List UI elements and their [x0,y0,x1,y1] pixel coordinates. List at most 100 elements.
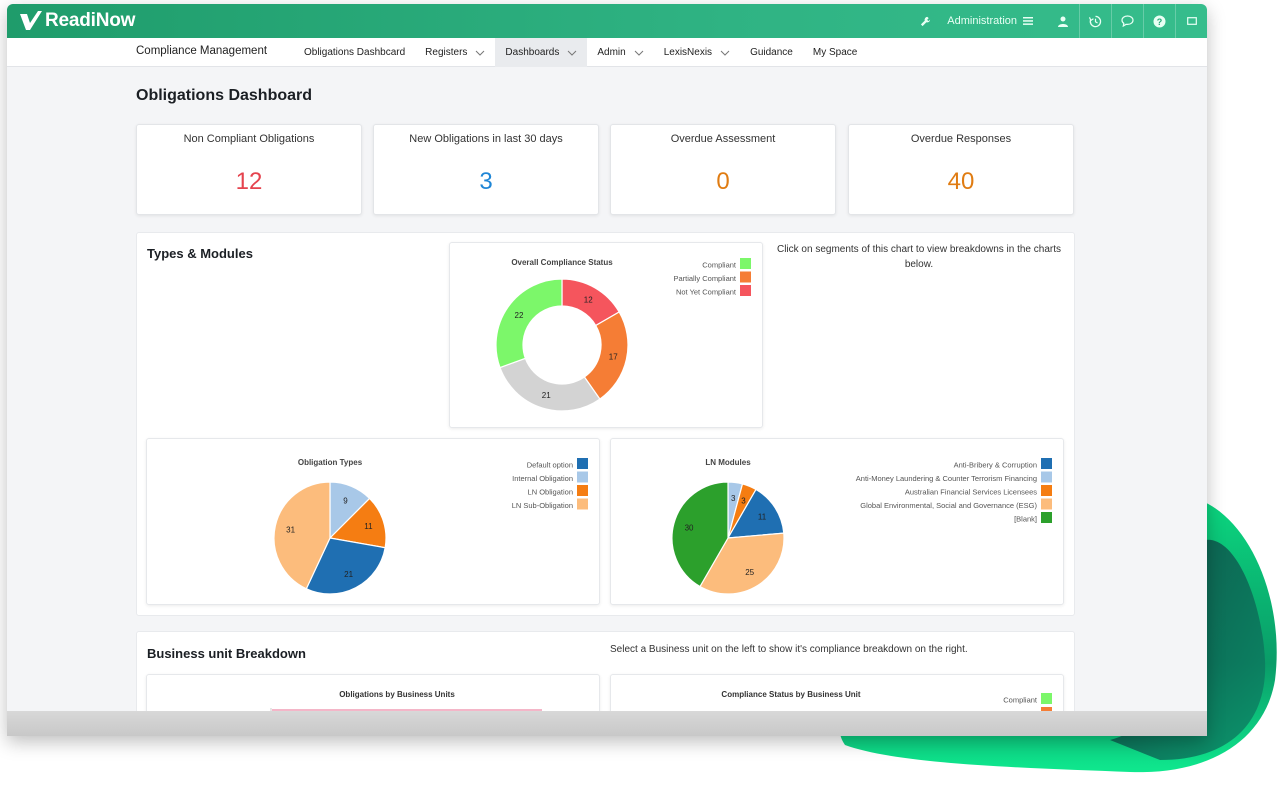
stat-value: 0 [716,168,730,195]
legend-swatch[interactable] [740,285,751,296]
legend-label: Not Yet Compliant [676,288,737,297]
nav-item-label: My Space [812,47,858,58]
svg-text:?: ? [1157,17,1163,27]
stat-label: Overdue Assessment [670,133,776,145]
stat-label: Overdue Responses [910,133,1012,145]
slice-value-label: 21 [542,391,551,400]
legend-label: Compliant [702,261,737,270]
slice-value-label: 3 [741,497,746,506]
chat-icon[interactable] [1111,4,1143,38]
nav-item-label: Obligations Dashbcard [304,47,406,58]
legend-label: LN Obligation [528,488,573,497]
help-icon[interactable]: ? [1143,4,1175,38]
ln-modules-chart[interactable]: LN Modules 3 3 11 25 30 Anti-Bribery & Corrupt… [611,439,1065,606]
nav-item-label: Dashboards [505,47,560,58]
module-navbar: Compliance Management Obligations Dashbc… [7,38,1207,67]
top-bar: ReadiNow Administration ? [7,4,1207,38]
chart-title: LN Modules [705,458,751,467]
slice-value-label: 31 [286,525,295,534]
chevron-down-icon [567,50,577,56]
history-icon[interactable] [1079,4,1111,38]
chevron-down-icon [720,50,730,56]
pie-slice[interactable] [495,278,563,369]
nav-item-admin[interactable]: Admin [587,38,653,67]
stat-card-new-obligations-in-last-30-days[interactable]: New Obligations in last 30 days 3 [373,124,599,215]
wrench-icon[interactable] [909,4,941,38]
slice-value-label: 21 [344,570,353,579]
slice-value-label: 17 [609,352,618,361]
module-title: Compliance Management [136,45,268,57]
legend-swatch[interactable] [740,271,751,283]
slice-value-label: 3 [731,494,736,503]
nav-item-label: LexisNexis [663,47,713,58]
stat-value: 12 [235,168,263,195]
legend-swatch[interactable] [577,485,588,496]
chevron-down-icon [476,50,485,56]
legend-swatch[interactable] [577,471,588,483]
nav-item-lexisnexis[interactable]: LexisNexis [654,38,740,67]
stat-card-non-compliant-obligations[interactable]: Non Compliant Obligations 12 [136,124,362,215]
overall-compliance-card: Overall Compliance Status 12 17 21 22 Complia… [449,242,763,428]
legend-label: Internal Obligation [512,474,573,483]
stat-value: 40 [947,168,975,195]
slice-value-label: 11 [758,512,767,521]
business-unit-hint: Select a Business unit on the left to sh… [610,644,968,655]
stat-label: New Obligations in last 30 days [409,133,563,145]
nav-item-guidance[interactable]: Guidance [740,38,803,67]
chart-title: Overall Compliance Status [511,258,613,267]
nav-item-my-space[interactable]: My Space [803,38,867,67]
legend-label: Global Environmental, Social and Governa… [860,501,1037,510]
nav-item-label: Guidance [750,47,793,58]
legend-label: Partially Compliant [673,274,736,283]
slice-value-label: 12 [584,296,593,305]
obligation-types-card: Obligation Types 9 11 21 31 Default option Int… [146,438,600,605]
stat-label: Non Compliant Obligations [183,133,315,145]
legend-label: Anti-Bribery & Corruption [954,461,1037,470]
legend-swatch[interactable] [1041,458,1052,469]
overall-compliance-chart[interactable]: Overall Compliance Status 12 17 21 22 Complia… [450,243,764,429]
legend-label: Default option [527,461,573,470]
business-unit-title: Business unit Breakdown [147,646,306,661]
slice-value-label: 25 [745,568,754,577]
legend-swatch[interactable] [1041,498,1052,510]
legend-swatch[interactable] [577,458,588,469]
obligation-types-chart[interactable]: Obligation Types 9 11 21 31 Default option Int… [147,439,601,606]
slice-value-label: 30 [685,524,694,533]
nav-item-label: Registers [425,47,468,58]
checkmark-logo-icon [20,11,42,30]
legend-swatch[interactable] [1041,512,1052,523]
stat-card-overdue-assessment[interactable]: Overdue Assessment 0 [610,124,836,215]
hamburger-icon[interactable] [1017,4,1039,38]
slice-value-label: 9 [343,497,348,506]
types-modules-hint: Click on segments of this chart to view … [776,244,1062,270]
pie-slice[interactable] [499,357,601,412]
nav-menu: Obligations Dashbcard Registers Dashboards… [294,38,867,67]
nav-item-registers[interactable]: Registers [415,38,495,67]
page-title: Obligations Dashboard [136,87,313,104]
brand-name: ReadiNow [45,10,136,31]
expand-window-icon[interactable] [1175,4,1207,38]
types-modules-title: Types & Modules [147,246,253,261]
legend-swatch[interactable] [740,258,751,269]
legend-label: LN Sub-Obligation [512,501,573,510]
user-icon[interactable] [1047,4,1079,38]
status-chart-title: Compliance Status by Business Unit [721,690,860,699]
legend-label: [Blank] [1014,515,1037,524]
stat-value: 3 [479,168,493,195]
nav-item-dashboards[interactable]: Dashboards [495,38,588,67]
nav-item-obligations-dashbcard[interactable]: Obligations Dashbcard [294,38,415,67]
slice-value-label: 22 [515,311,524,320]
chart-title: Obligation Types [298,458,363,467]
nav-item-label: Admin [597,47,626,58]
legend-swatch[interactable] [1041,693,1052,704]
legend-swatch[interactable] [1041,485,1052,496]
window-bottom-edge [7,711,1207,736]
chevron-down-icon [634,50,644,56]
legend-swatch[interactable] [1041,471,1052,483]
brand-logo[interactable]: ReadiNow [17,10,135,32]
slice-value-label: 11 [364,522,373,531]
stat-card-overdue-responses[interactable]: Overdue Responses 40 [848,124,1074,215]
legend-swatch[interactable] [577,498,588,510]
administration-menu-label[interactable]: Administration [947,15,1017,27]
legend-label: Australian Financial Services Licensees [905,488,1037,497]
